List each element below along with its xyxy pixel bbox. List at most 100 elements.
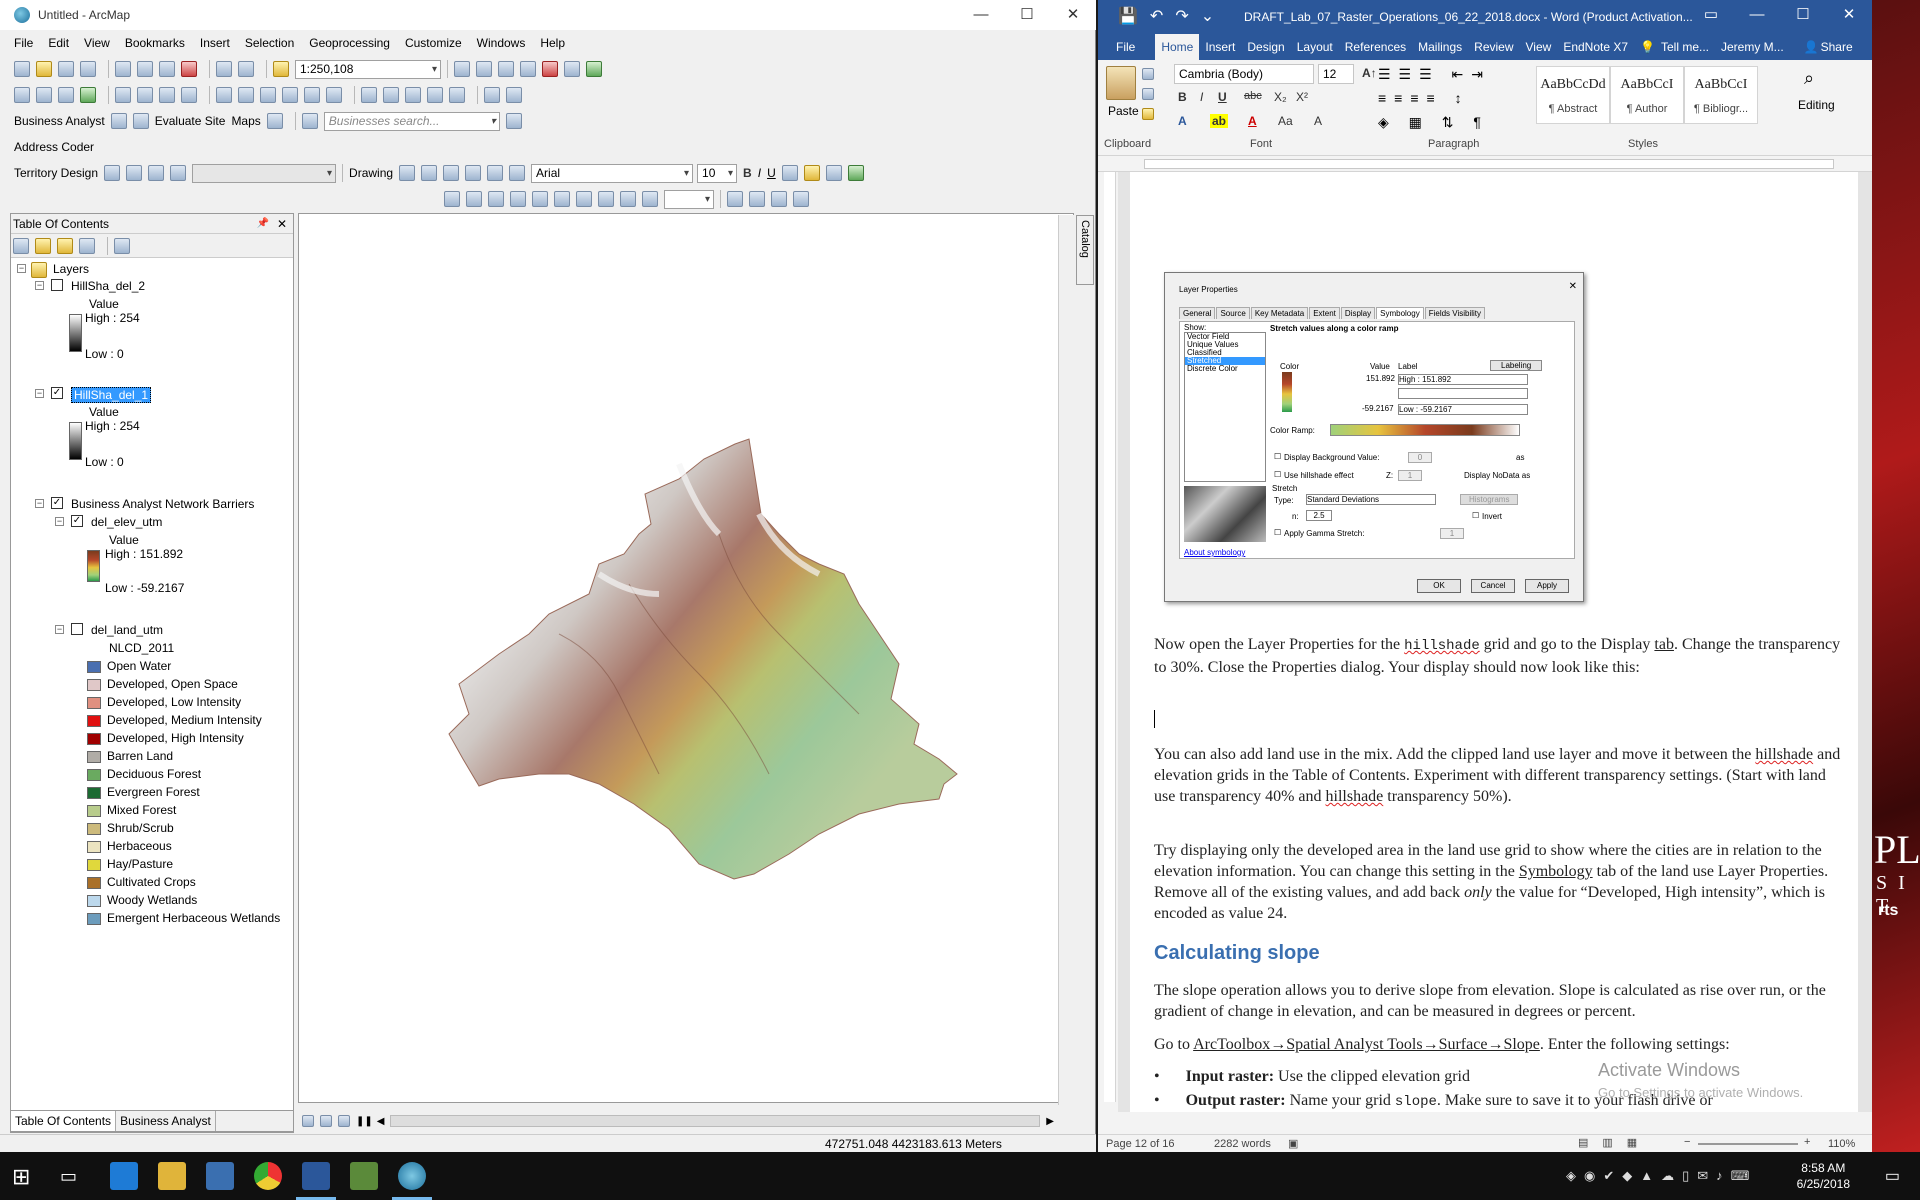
maps-menu[interactable]: Maps <box>231 114 260 128</box>
layout-icon-6[interactable] <box>554 191 570 207</box>
collapse-elev-icon[interactable]: − <box>55 517 64 526</box>
menu-customize[interactable]: Customize <box>405 36 462 50</box>
word-close-button[interactable]: ✕ <box>1826 0 1872 30</box>
drawing-font-size-combo[interactable]: 10 <box>697 163 738 183</box>
zoom-out-icon[interactable] <box>36 87 52 103</box>
italic-button[interactable]: I <box>758 166 761 180</box>
swipe-icon[interactable] <box>506 87 522 103</box>
chrome-icon[interactable] <box>254 1162 282 1190</box>
view-buttons[interactable]: ▤▥▦ <box>1578 1136 1651 1149</box>
territory-icon-4[interactable] <box>170 165 187 181</box>
toc-close-icon[interactable]: ✕ <box>277 214 287 234</box>
share-button[interactable]: 👤 Share <box>1798 40 1861 54</box>
file-explorer-icon[interactable] <box>158 1162 186 1190</box>
grow-font-2-icon[interactable]: A <box>1314 114 1322 128</box>
clear-selection-icon[interactable] <box>238 87 254 103</box>
minimize-button[interactable]: — <box>958 0 1004 30</box>
collapse-network-icon[interactable]: − <box>35 499 44 508</box>
account-name[interactable]: Jeremy M... <box>1715 40 1790 54</box>
viewer-icon[interactable] <box>484 87 500 103</box>
layout-icon-1[interactable] <box>444 191 460 207</box>
font-name-combo[interactable]: Cambria (Body) <box>1174 64 1314 84</box>
text-tool-icon[interactable] <box>487 165 504 181</box>
cut-icon[interactable] <box>1142 68 1154 80</box>
measure-icon[interactable] <box>361 87 377 103</box>
zoom-out-icon[interactable]: − <box>1684 1136 1690 1148</box>
notifications-icon[interactable]: ▭ <box>1885 1166 1900 1186</box>
time-slider-icon[interactable] <box>449 87 465 103</box>
zoom-in-icon[interactable]: + <box>1804 1136 1810 1148</box>
scale-combo[interactable]: 1:250,108 <box>295 59 441 79</box>
layout-icon-12[interactable] <box>749 191 765 207</box>
paste-label[interactable]: Paste <box>1108 104 1139 118</box>
data-view-icon[interactable] <box>302 1115 314 1127</box>
businesses-search-input[interactable]: Businesses search... <box>323 111 500 131</box>
list-by-drawing-order-icon[interactable] <box>13 237 29 254</box>
proofing-icon[interactable]: ▣ <box>1288 1137 1298 1150</box>
alignment-buttons[interactable]: ≡≡≡≡ ↕ <box>1378 90 1470 106</box>
pause-icon[interactable]: ❚❚ <box>356 1116 373 1127</box>
layout-icon-7[interactable] <box>576 191 592 207</box>
paste-icon[interactable] <box>159 61 175 77</box>
fixed-zoom-in-icon[interactable] <box>115 87 131 103</box>
style-abstract[interactable]: AaBbCcDd ¶ Abstract <box>1536 66 1610 124</box>
menu-insert[interactable]: Insert <box>200 36 230 50</box>
ba-icon[interactable] <box>110 113 127 129</box>
format-painter-icon[interactable] <box>1142 108 1154 120</box>
bold-button[interactable]: B <box>743 166 752 180</box>
store-icon[interactable] <box>206 1162 234 1190</box>
strikethrough-button[interactable]: abc <box>1244 90 1262 102</box>
tab-file[interactable]: File <box>1098 40 1155 54</box>
search-window-icon[interactable] <box>520 61 536 77</box>
visibility-checkbox-elev[interactable]: ✓ <box>71 515 83 527</box>
marker-color-icon[interactable] <box>847 165 864 181</box>
edge-icon[interactable] <box>110 1162 138 1190</box>
italic-button[interactable]: I <box>1200 90 1203 104</box>
full-extent-icon[interactable] <box>80 87 96 103</box>
visibility-checkbox-network[interactable]: ✓ <box>51 497 63 509</box>
collapse-hillsha-2-icon[interactable]: − <box>35 281 44 290</box>
html-popup-icon[interactable] <box>326 87 342 103</box>
tab-layout[interactable]: Layout <box>1291 40 1339 54</box>
tab-references[interactable]: References <box>1339 40 1412 54</box>
close-button[interactable]: ✕ <box>1050 0 1096 30</box>
start-icon[interactable]: ⊞ <box>12 1164 30 1190</box>
paste-icon[interactable] <box>1106 66 1136 100</box>
highlight-icon[interactable]: ab <box>1210 114 1229 128</box>
map-display[interactable] <box>298 213 1074 1103</box>
collapse-layers-icon[interactable]: − <box>17 264 26 273</box>
search-icon[interactable] <box>505 113 522 129</box>
quick-access-toolbar[interactable]: 💾↶↷⌄ <box>1118 6 1226 26</box>
territory-icon[interactable] <box>104 165 121 181</box>
word-maximize-button[interactable]: ☐ <box>1780 0 1826 30</box>
undo-icon[interactable] <box>216 61 232 77</box>
fixed-zoom-out-icon[interactable] <box>137 87 153 103</box>
select-elements-icon[interactable] <box>260 87 276 103</box>
menu-bookmarks[interactable]: Bookmarks <box>125 36 185 50</box>
business-analyst-menu[interactable]: Business Analyst <box>14 114 105 128</box>
zoom-in-icon[interactable] <box>14 87 30 103</box>
copy-icon[interactable] <box>137 61 153 77</box>
layout-icon-5[interactable] <box>532 191 548 207</box>
tab-view[interactable]: View <box>1520 40 1558 54</box>
layout-icon-3[interactable] <box>488 191 504 207</box>
layout-icon-4[interactable] <box>510 191 526 207</box>
shading-buttons[interactable]: ◈ ▦ ⇅ ¶ <box>1378 114 1489 131</box>
forward-icon[interactable] <box>181 87 197 103</box>
layer-hillsha-del-1[interactable]: HillSha_del_1 <box>71 387 152 403</box>
layout-icon-8[interactable] <box>598 191 614 207</box>
layout-icon-10[interactable] <box>642 191 658 207</box>
rectangle-icon[interactable] <box>465 165 482 181</box>
layer-hillsha-del-2[interactable]: HillSha_del_2 <box>71 279 145 293</box>
save-icon[interactable] <box>58 61 74 77</box>
layout-icon-11[interactable] <box>727 191 743 207</box>
visibility-checkbox-land[interactable] <box>71 623 83 635</box>
font-color-icon[interactable]: A <box>1248 114 1257 128</box>
new-icon[interactable] <box>14 61 30 77</box>
word-minimize-button[interactable]: — <box>1734 0 1780 30</box>
style-bibliography[interactable]: AaBbCcI ¶ Bibliogr... <box>1684 66 1758 124</box>
hyperlink-icon[interactable] <box>304 87 320 103</box>
menu-windows[interactable]: Windows <box>477 36 526 50</box>
select-features-icon[interactable] <box>216 87 232 103</box>
layer-del-land-utm[interactable]: del_land_utm <box>91 623 163 637</box>
